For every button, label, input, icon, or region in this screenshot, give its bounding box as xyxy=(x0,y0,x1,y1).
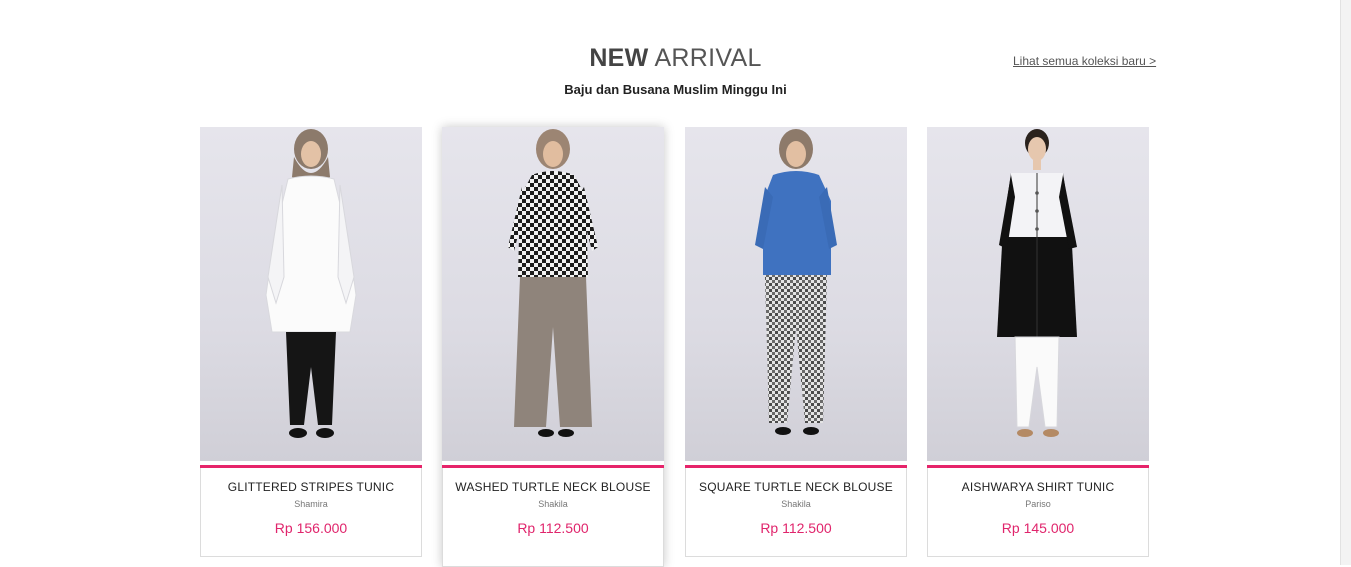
product-brand: Pariso xyxy=(1025,499,1051,509)
product-price: Rp 112.500 xyxy=(517,520,589,536)
product-image[interactable] xyxy=(927,127,1149,461)
product-image[interactable] xyxy=(685,127,907,461)
product-name[interactable]: GLITTERED STRIPES TUNIC xyxy=(201,480,421,494)
product-brand: Shakila xyxy=(781,499,811,509)
product-image[interactable] xyxy=(200,127,422,461)
product-brand: Shamira xyxy=(294,499,328,509)
product-info[interactable]: GLITTERED STRIPES TUNIC Shamira Rp 156.0… xyxy=(200,468,422,557)
section-title-bold: NEW xyxy=(589,44,649,72)
product-card[interactable]: SQUARE TURTLE NECK BLOUSE Shakila Rp 112… xyxy=(685,127,907,557)
section-title-light: ARRIVAL xyxy=(654,44,762,72)
product-image[interactable] xyxy=(442,127,664,461)
product-name[interactable]: AISHWARYA SHIRT TUNIC xyxy=(928,480,1148,494)
product-card[interactable]: GLITTERED STRIPES TUNIC Shamira Rp 156.0… xyxy=(200,127,422,557)
view-all-new-collection-link[interactable]: Lihat semua koleksi baru > xyxy=(1013,54,1156,68)
product-name[interactable]: WASHED TURTLE NECK BLOUSE xyxy=(443,480,663,494)
product-brand: Shakila xyxy=(538,499,568,509)
product-card[interactable]: AISHWARYA SHIRT TUNIC Pariso Rp 145.000 xyxy=(927,127,1149,557)
product-info[interactable]: SQUARE TURTLE NECK BLOUSE Shakila Rp 112… xyxy=(685,468,907,557)
product-price: Rp 145.000 xyxy=(1001,520,1075,536)
product-info[interactable]: AISHWARYA SHIRT TUNIC Pariso Rp 145.000 xyxy=(927,468,1149,557)
product-price: Rp 112.500 xyxy=(760,520,832,536)
product-price: Rp 156.000 xyxy=(274,520,348,536)
section-subtitle: Baju dan Busana Muslim Minggu Ini xyxy=(564,82,787,97)
product-name[interactable]: SQUARE TURTLE NECK BLOUSE xyxy=(686,480,906,494)
product-card[interactable]: WASHED TURTLE NECK BLOUSE Shakila Rp 112… xyxy=(442,127,664,567)
product-info[interactable]: WASHED TURTLE NECK BLOUSE Shakila Rp 112… xyxy=(442,468,664,567)
